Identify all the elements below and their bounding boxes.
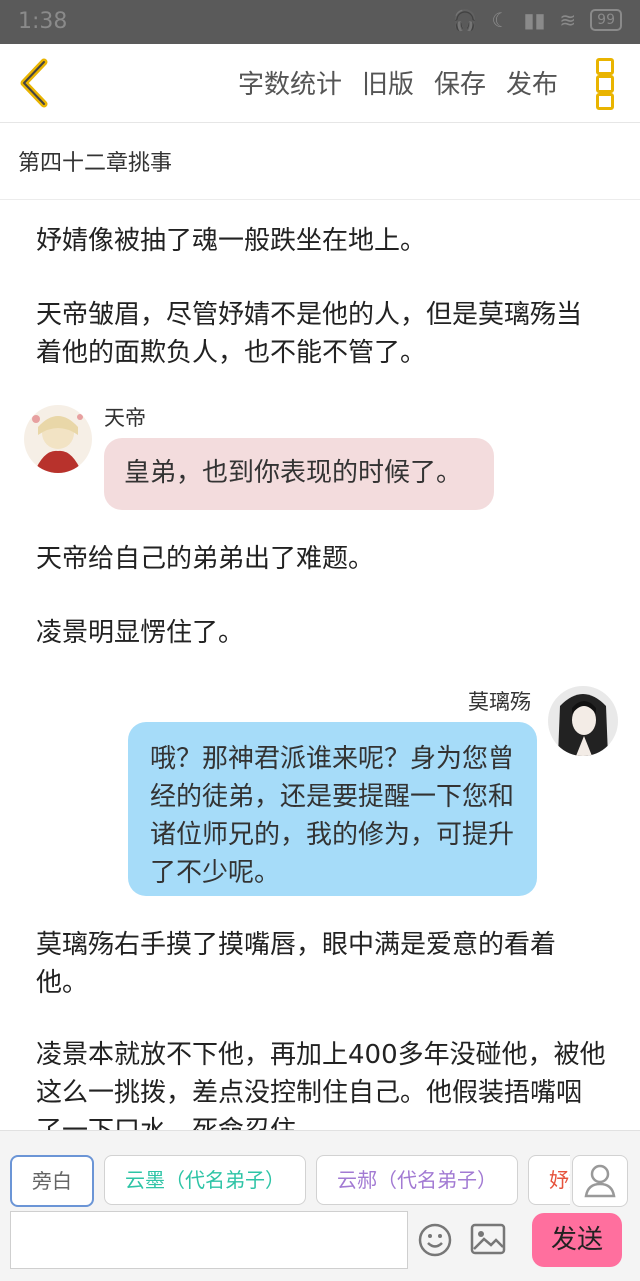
role-chip-yunhao[interactable]: 云郝（代名弟子）	[316, 1155, 518, 1205]
old-version-button[interactable]: 旧版	[362, 64, 414, 101]
role-chip-yujing[interactable]: 妤婧	[528, 1155, 570, 1205]
battery-icon: 99	[590, 9, 622, 31]
moon-icon: ☾	[491, 8, 510, 32]
status-bar: 1:38 🎧 ☾ ▮▮ ≋ 99	[0, 0, 640, 44]
toolbar: 字数统计 旧版 保存 发布	[238, 64, 558, 101]
narration-paragraph: 妤婧像被抽了魂一般跌坐在地上。	[36, 226, 427, 256]
more-menu-icon[interactable]	[596, 58, 616, 110]
signal-icon: ▮▮	[523, 8, 546, 32]
emoji-icon[interactable]	[418, 1223, 452, 1257]
avatar-molishang	[548, 686, 618, 756]
status-time: 1:38	[18, 9, 68, 34]
image-icon[interactable]	[470, 1223, 506, 1255]
story-content: 妤婧像被抽了魂一般跌坐在地上。 天帝皱眉，尽管妤婧不是他的人，但是莫璃殇当着他的…	[0, 200, 640, 1130]
chapter-header: 第四十二章挑事	[0, 123, 640, 200]
narration-paragraph: 凌景明显愣住了。	[36, 618, 245, 648]
narration-paragraph: 莫璃殇右手摸了摸嘴唇，眼中满是爱意的看着他。	[36, 930, 557, 998]
chat-bubble-right[interactable]: 哦？那神君派谁来呢？身为您曾经的徒弟，还是要提醒一下您和诸位师兄的，我的修为，可…	[128, 722, 537, 896]
back-arrow-icon[interactable]	[14, 56, 58, 110]
bottom-panel: 旁白 云墨（代名弟子） 云郝（代名弟子） 妤婧 发送	[0, 1130, 640, 1281]
status-icons: 🎧 ☾ ▮▮ ≋ 99	[453, 8, 622, 32]
send-button[interactable]: 发送	[532, 1213, 622, 1267]
role-chip-list: 旁白 云墨（代名弟子） 云郝（代名弟子） 妤婧	[10, 1155, 570, 1207]
chat-bubble-left[interactable]: 皇弟，也到你表现的时候了。	[104, 438, 494, 510]
narration-paragraph: 天帝皱眉，尽管妤婧不是他的人，但是莫璃殇当着他的面欺负人，也不能不管了。	[36, 300, 583, 368]
role-chip-narrator[interactable]: 旁白	[10, 1155, 94, 1207]
message-input[interactable]	[10, 1211, 408, 1269]
word-count-button[interactable]: 字数统计	[238, 64, 342, 101]
narration-paragraph: 凌景本就放不下他，再加上400多年没碰他，被他这么一挑拨，差点没控制住自己。他假…	[36, 1040, 606, 1130]
person-icon	[584, 1164, 616, 1198]
speaker-name: 莫璃殇	[468, 690, 531, 714]
chapter-title[interactable]: 第四十二章挑事	[18, 145, 172, 177]
add-role-button[interactable]	[572, 1155, 628, 1207]
speaker-name: 天帝	[104, 406, 146, 430]
narration-paragraph: 天帝给自己的弟弟出了难题。	[36, 544, 375, 574]
role-chip-yunmo[interactable]: 云墨（代名弟子）	[104, 1155, 306, 1205]
publish-button[interactable]: 发布	[506, 64, 558, 101]
top-bar: 字数统计 旧版 保存 发布	[0, 44, 640, 123]
headphones-icon: 🎧	[452, 8, 478, 32]
save-button[interactable]: 保存	[434, 64, 486, 101]
avatar-tiandi	[24, 405, 92, 473]
wifi-icon: ≋	[559, 8, 577, 32]
